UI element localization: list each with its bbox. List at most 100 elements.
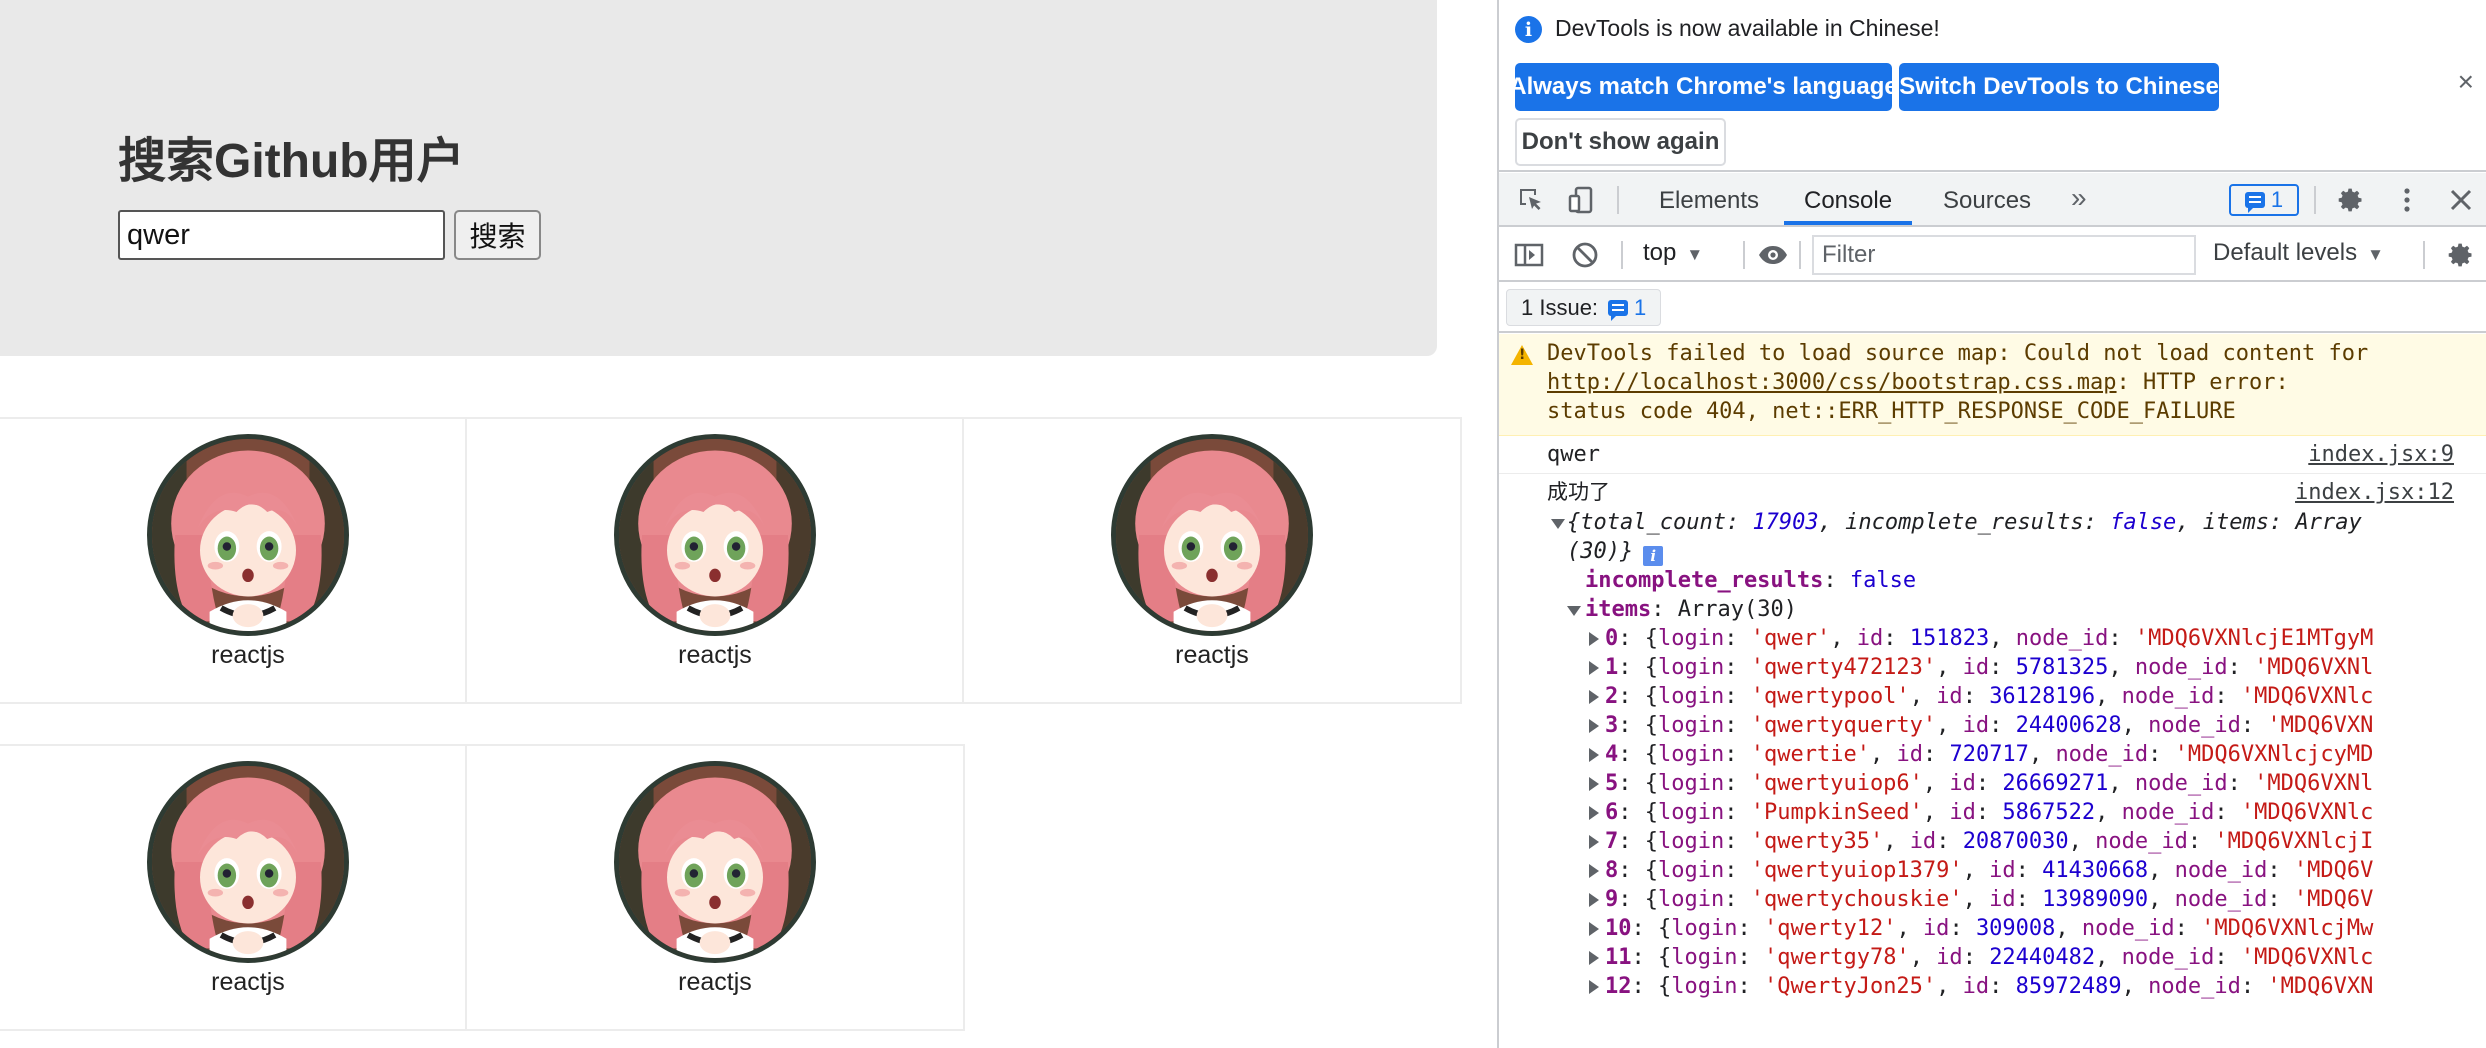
user-avatar[interactable] bbox=[1111, 434, 1313, 636]
sidebar-toggle-icon[interactable] bbox=[1513, 239, 1545, 271]
log-source-link[interactable]: index.jsx:9 bbox=[2308, 440, 2454, 469]
user-avatar[interactable] bbox=[614, 434, 816, 636]
inspect-element-icon[interactable] bbox=[1515, 184, 1547, 216]
user-card[interactable]: reactjs bbox=[0, 744, 498, 1031]
expand-triangle-icon[interactable] bbox=[1567, 606, 1581, 616]
array-item-row[interactable]: 12: {login: 'QwertyJon25', id: 85972489,… bbox=[1547, 972, 2482, 1001]
issues-badge[interactable]: 1 bbox=[2229, 184, 2299, 216]
user-login-name[interactable]: reactjs bbox=[964, 641, 1460, 670]
close-icon[interactable]: × bbox=[2458, 66, 2474, 98]
item-key: id bbox=[1922, 916, 1950, 941]
always-match-language-button[interactable]: Always match Chrome's language bbox=[1509, 63, 1898, 111]
punctuation: : bbox=[2214, 684, 2241, 709]
array-item-row[interactable]: 9: {login: 'qwertychouskie', id: 1398909… bbox=[1547, 885, 2482, 914]
expand-triangle-icon[interactable] bbox=[1589, 661, 1599, 675]
user-login-name[interactable]: reactjs bbox=[467, 641, 963, 670]
array-item-row[interactable]: 3: {login: 'qwertyquerty', id: 24400628,… bbox=[1547, 711, 2482, 740]
more-options-icon[interactable] bbox=[2391, 184, 2423, 216]
array-item-row[interactable]: 0: {login: 'qwer', id: 151823, node_id: … bbox=[1547, 624, 2482, 653]
expand-triangle-icon[interactable] bbox=[1589, 951, 1599, 965]
info-icon: i bbox=[1515, 16, 1542, 43]
punctuation: , bbox=[1936, 974, 1963, 999]
item-login-value: 'PumpkinSeed' bbox=[1750, 800, 1923, 825]
user-avatar[interactable] bbox=[614, 761, 816, 963]
array-item-row[interactable]: 1: {login: 'qwerty472123', id: 5781325, … bbox=[1547, 653, 2482, 682]
context-selector[interactable]: top ▼ bbox=[1643, 239, 1703, 267]
property-row[interactable]: items: Array(30) bbox=[1547, 595, 2482, 624]
array-item-row[interactable]: 10: {login: 'qwerty12', id: 309008, node… bbox=[1547, 914, 2482, 943]
punctuation: , bbox=[2121, 713, 2149, 738]
expand-triangle-icon[interactable] bbox=[1589, 864, 1599, 878]
punctuation: : bbox=[2015, 887, 2043, 912]
array-item-row[interactable]: 7: {login: 'qwerty35', id: 20870030, nod… bbox=[1547, 827, 2482, 856]
item-login-value: 'qwertypool' bbox=[1750, 684, 1910, 709]
item-id-value: 5867522 bbox=[2002, 800, 2096, 825]
array-item-row[interactable]: 8: {login: 'qwertyuiop1379', id: 4143066… bbox=[1547, 856, 2482, 885]
expand-triangle-icon[interactable] bbox=[1589, 719, 1599, 733]
console-settings-icon[interactable] bbox=[2445, 239, 2477, 271]
expand-triangle-icon[interactable] bbox=[1589, 893, 1599, 907]
expand-triangle-icon[interactable] bbox=[1589, 806, 1599, 820]
search-input[interactable] bbox=[118, 210, 445, 260]
punctuation: : bbox=[2240, 974, 2268, 999]
item-key: login bbox=[1671, 974, 1738, 999]
expand-triangle-icon[interactable] bbox=[1589, 632, 1599, 646]
punctuation: : bbox=[1724, 771, 1751, 796]
expand-triangle-icon[interactable] bbox=[1589, 835, 1599, 849]
item-id-value: 13989090 bbox=[2042, 887, 2149, 912]
clear-console-icon[interactable] bbox=[1569, 239, 1601, 271]
message-icon bbox=[1608, 299, 1629, 321]
user-login-name[interactable]: reactjs bbox=[467, 968, 963, 997]
item-key: node_id bbox=[2081, 916, 2175, 941]
item-index: 7 bbox=[1605, 829, 1619, 854]
issues-button[interactable]: 1 Issue: 1 bbox=[1506, 289, 1662, 326]
tab-elements[interactable]: Elements bbox=[1659, 187, 1759, 215]
device-toolbar-icon[interactable] bbox=[1565, 184, 1597, 216]
dont-show-again-button[interactable]: Don't show again bbox=[1515, 118, 1726, 166]
item-login-value: 'QwertyJon25' bbox=[1763, 974, 1937, 999]
log-levels-dropdown[interactable]: Default levels ▼ bbox=[2213, 239, 2384, 267]
issues-bar: 1 Issue: 1 bbox=[1499, 283, 2486, 333]
array-item-row[interactable]: 6: {login: 'PumpkinSeed', id: 5867522, n… bbox=[1547, 798, 2482, 827]
console-toolbar: top ▼ Default levels ▼ bbox=[1499, 228, 2486, 282]
eye-icon[interactable] bbox=[1757, 239, 1789, 271]
search-button[interactable]: 搜索 bbox=[454, 210, 541, 260]
user-avatar[interactable] bbox=[147, 434, 349, 636]
object-summary[interactable]: {total_count: 17903, incomplete_results:… bbox=[1547, 508, 2482, 537]
user-login-name[interactable]: reactjs bbox=[0, 641, 496, 670]
more-tabs-icon[interactable]: » bbox=[2071, 182, 2087, 214]
info-icon[interactable]: i bbox=[1643, 546, 1664, 566]
tab-console[interactable]: Console bbox=[1804, 187, 1892, 215]
user-card[interactable]: reactjs bbox=[962, 417, 1462, 704]
console-output: DevTools failed to load source map: Coul… bbox=[1499, 334, 2486, 1048]
array-item-row[interactable]: 2: {login: 'qwertypool', id: 36128196, n… bbox=[1547, 682, 2482, 711]
toolbar-divider bbox=[1621, 241, 1623, 269]
property-key: items bbox=[1585, 597, 1652, 622]
array-item-row[interactable]: 5: {login: 'qwertyuiop6', id: 26669271, … bbox=[1547, 769, 2482, 798]
gear-icon[interactable] bbox=[2335, 184, 2367, 216]
switch-to-chinese-button[interactable]: Switch DevTools to Chinese bbox=[1899, 63, 2219, 111]
close-devtools-icon[interactable] bbox=[2445, 184, 2477, 216]
item-index: 1 bbox=[1605, 655, 1619, 680]
user-login-name[interactable]: reactjs bbox=[0, 968, 496, 997]
array-item-row[interactable]: 4: {login: 'qwertie', id: 720717, node_i… bbox=[1547, 740, 2482, 769]
expand-triangle-icon[interactable] bbox=[1551, 519, 1565, 529]
user-card[interactable]: reactjs bbox=[465, 417, 965, 704]
console-filter-input[interactable] bbox=[1812, 235, 2196, 275]
tab-sources[interactable]: Sources bbox=[1943, 187, 2031, 215]
source-map-link[interactable]: http://localhost:3000/css/bootstrap.css.… bbox=[1547, 370, 2117, 395]
expand-triangle-icon[interactable] bbox=[1589, 922, 1599, 936]
punctuation: : bbox=[2108, 626, 2135, 651]
expand-triangle-icon[interactable] bbox=[1589, 690, 1599, 704]
user-avatar[interactable] bbox=[147, 761, 349, 963]
log-source-link[interactable]: index.jsx:12 bbox=[2295, 478, 2454, 507]
expand-triangle-icon[interactable] bbox=[1589, 777, 1599, 791]
item-node-id-value: 'MDQ6VXNl bbox=[2254, 771, 2374, 796]
user-card[interactable]: reactjs bbox=[465, 744, 965, 1031]
user-card[interactable]: reactjs bbox=[0, 417, 498, 704]
array-item-row[interactable]: 11: {login: 'qwertgy78', id: 22440482, n… bbox=[1547, 943, 2482, 972]
item-key: id bbox=[1989, 887, 2016, 912]
punctuation: , bbox=[1922, 800, 1950, 825]
expand-triangle-icon[interactable] bbox=[1589, 980, 1599, 994]
expand-triangle-icon[interactable] bbox=[1589, 748, 1599, 762]
